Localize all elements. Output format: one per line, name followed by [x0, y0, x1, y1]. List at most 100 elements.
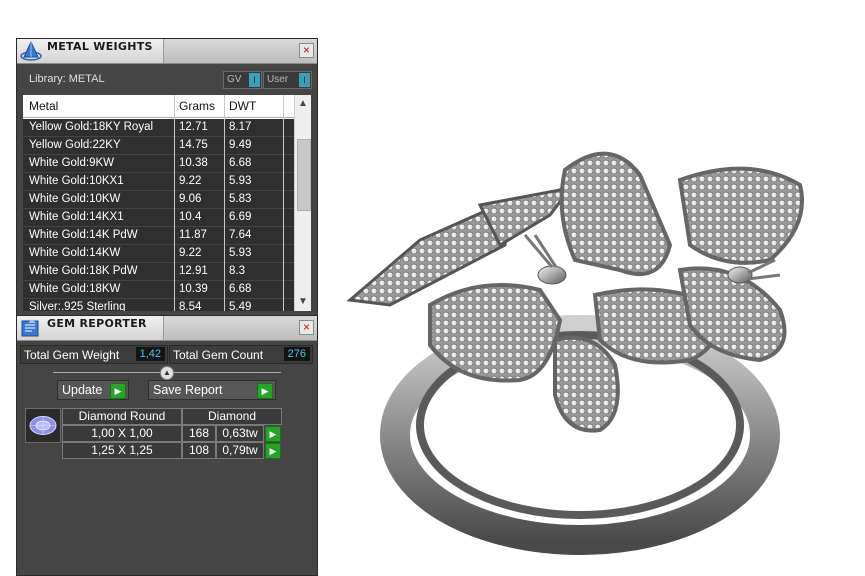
update-button[interactable]: Update ▶: [57, 380, 129, 400]
butterfly-center: [428, 151, 720, 433]
close-icon[interactable]: ×: [299, 320, 314, 335]
metal-cell-metal: Silver:.925 Sterling: [29, 301, 126, 311]
metal-cell-metal: Yellow Gold:22KY: [29, 139, 121, 151]
metal-cell-metal: White Gold:18KW: [29, 283, 121, 295]
total-gem-weight-value: 1,42: [135, 347, 165, 361]
metal-cell-metal: Yellow Gold:18KY Royal: [29, 121, 154, 133]
total-gem-count-label: Total Gem Count: [173, 348, 264, 362]
metal-cell-metal: White Gold:10KW: [29, 193, 121, 205]
metal-cell-dwt: 5.49: [229, 301, 252, 311]
metal-cell-grams: 11.87: [179, 229, 207, 241]
metal-cell-dwt: 6.69: [229, 211, 252, 223]
metal-cell-metal: White Gold:14KX1: [29, 211, 124, 223]
user-toggle-indicator: I: [299, 73, 310, 87]
report-app-icon: [21, 319, 39, 337]
metal-cell-dwt: 6.68: [229, 157, 252, 169]
gem-count-cell: 108: [182, 442, 216, 459]
play-icon[interactable]: ▶: [265, 443, 281, 459]
play-icon: ▶: [110, 383, 126, 399]
metal-cell-dwt: 7.64: [229, 229, 252, 241]
play-icon: ▶: [257, 383, 273, 399]
metal-table-row[interactable]: White Gold:14KX1 10.4 6.69: [23, 209, 295, 227]
gem-weight-cell: 0,79tw: [216, 442, 264, 459]
gv-toggle[interactable]: GV I: [223, 71, 262, 89]
save-report-button-label: Save Report: [153, 383, 223, 397]
library-label: Library: METAL: [29, 73, 105, 85]
metal-table-row[interactable]: White Gold:10KX1 9.22 5.93: [23, 173, 295, 191]
metal-cell-metal: White Gold:9KW: [29, 157, 114, 169]
metal-cell-grams: 12.71: [179, 121, 208, 133]
gem-reporter-title: GEM REPORTER: [47, 317, 147, 330]
metal-cell-metal: White Gold:18K PdW: [29, 265, 138, 277]
metal-cell-grams: 9.22: [179, 247, 202, 259]
total-gem-weight-label: Total Gem Weight: [24, 348, 120, 362]
metal-cell-grams: 12.91: [179, 265, 208, 277]
total-gem-count: Total Gem Count 276: [169, 345, 313, 364]
round-diamond-icon: [29, 416, 57, 435]
metal-cell-grams: 10.39: [179, 283, 208, 295]
column-divider: [174, 95, 175, 311]
metal-cell-dwt: 8.17: [229, 121, 252, 133]
gem-size-cell: 1,00 X 1,00: [62, 425, 182, 442]
metal-table: Metal Grams DWT Yellow Gold:18KY Royal 12…: [23, 95, 311, 311]
scroll-thumb[interactable]: [297, 139, 311, 211]
column-header-grams[interactable]: Grams: [179, 99, 215, 113]
metal-cell-grams: 10.38: [179, 157, 208, 169]
ring-render-viewport[interactable]: [330, 95, 850, 555]
metal-table-row[interactable]: White Gold:14KW 9.22 5.93: [23, 245, 295, 263]
column-divider: [283, 95, 284, 311]
metal-cell-dwt: 6.68: [229, 283, 252, 295]
gem-shape-header: Diamond Round: [62, 408, 182, 425]
metal-weights-title: METAL WEIGHTS: [47, 40, 153, 53]
column-header-metal[interactable]: Metal: [29, 99, 58, 113]
metal-cell-dwt: 5.93: [229, 175, 252, 187]
play-icon[interactable]: ▶: [265, 426, 281, 442]
metal-cell-dwt: 9.49: [229, 139, 252, 151]
metal-weights-panel: METAL WEIGHTS × Library: METAL GV I User…: [16, 38, 318, 316]
metal-table-row[interactable]: Yellow Gold:18KY Royal 12.71 8.17: [23, 119, 295, 137]
metal-cell-dwt: 5.83: [229, 193, 252, 205]
user-toggle-label: User: [267, 74, 289, 85]
gv-toggle-label: GV: [227, 74, 242, 85]
metal-cell-dwt: 5.93: [229, 247, 252, 259]
total-gem-weight: Total Gem Weight 1,42: [20, 345, 168, 364]
metal-cell-grams: 8.54: [179, 301, 202, 311]
metal-cell-metal: White Gold:14K PdW: [29, 229, 138, 241]
butterfly-right: [677, 166, 804, 363]
user-toggle[interactable]: User I: [263, 71, 312, 89]
column-header-dwt[interactable]: DWT: [229, 99, 256, 113]
gem-reporter-titlebar[interactable]: GEM REPORTER ×: [17, 316, 317, 341]
metal-table-row[interactable]: Yellow Gold:22KY 14.75 9.49: [23, 137, 295, 155]
column-divider: [224, 95, 225, 311]
gem-thumbnail[interactable]: [25, 408, 61, 443]
metal-weights-titlebar[interactable]: METAL WEIGHTS ×: [17, 39, 317, 64]
close-icon[interactable]: ×: [299, 43, 314, 58]
metal-table-row[interactable]: White Gold:18KW 10.39 6.68: [23, 281, 295, 299]
metal-table-body: Yellow Gold:18KY Royal 12.71 8.17 Yellow Go…: [23, 119, 295, 311]
metal-table-row[interactable]: White Gold:18K PdW 12.91 8.3: [23, 263, 295, 281]
save-report-button[interactable]: Save Report ▶: [148, 380, 276, 400]
collapse-icon[interactable]: ▲: [160, 366, 174, 380]
metal-table-row[interactable]: White Gold:9KW 10.38 6.68: [23, 155, 295, 173]
metal-cell-metal: White Gold:10KX1: [29, 175, 124, 187]
gem-material-header: Diamond: [182, 408, 282, 425]
metal-table-row[interactable]: Silver:.925 Sterling 8.54 5.49: [23, 299, 295, 311]
scroll-up-icon[interactable]: ▲: [295, 97, 311, 111]
scroll-down-icon[interactable]: ▼: [295, 295, 311, 309]
pyramid-app-icon: [20, 41, 42, 61]
gem-size-cell: 1,25 X 1,25: [62, 442, 182, 459]
total-gem-count-value: 276: [283, 347, 310, 361]
metal-cell-grams: 9.22: [179, 175, 202, 187]
gem-weight-cell: 0,63tw: [216, 425, 264, 442]
metal-cell-grams: 14.75: [179, 139, 208, 151]
update-button-label: Update: [62, 383, 103, 397]
metal-table-scrollbar[interactable]: ▲ ▼: [294, 95, 311, 311]
metal-table-row[interactable]: White Gold:10KW 9.06 5.83: [23, 191, 295, 209]
gv-toggle-indicator: I: [249, 73, 260, 87]
metal-table-header: Metal Grams DWT: [23, 95, 295, 118]
metal-table-row[interactable]: White Gold:14K PdW 11.87 7.64: [23, 227, 295, 245]
metal-cell-grams: 9.06: [179, 193, 202, 205]
metal-cell-grams: 10.4: [179, 211, 202, 223]
metal-cell-metal: White Gold:14KW: [29, 247, 121, 259]
metal-cell-dwt: 8.3: [229, 265, 245, 277]
